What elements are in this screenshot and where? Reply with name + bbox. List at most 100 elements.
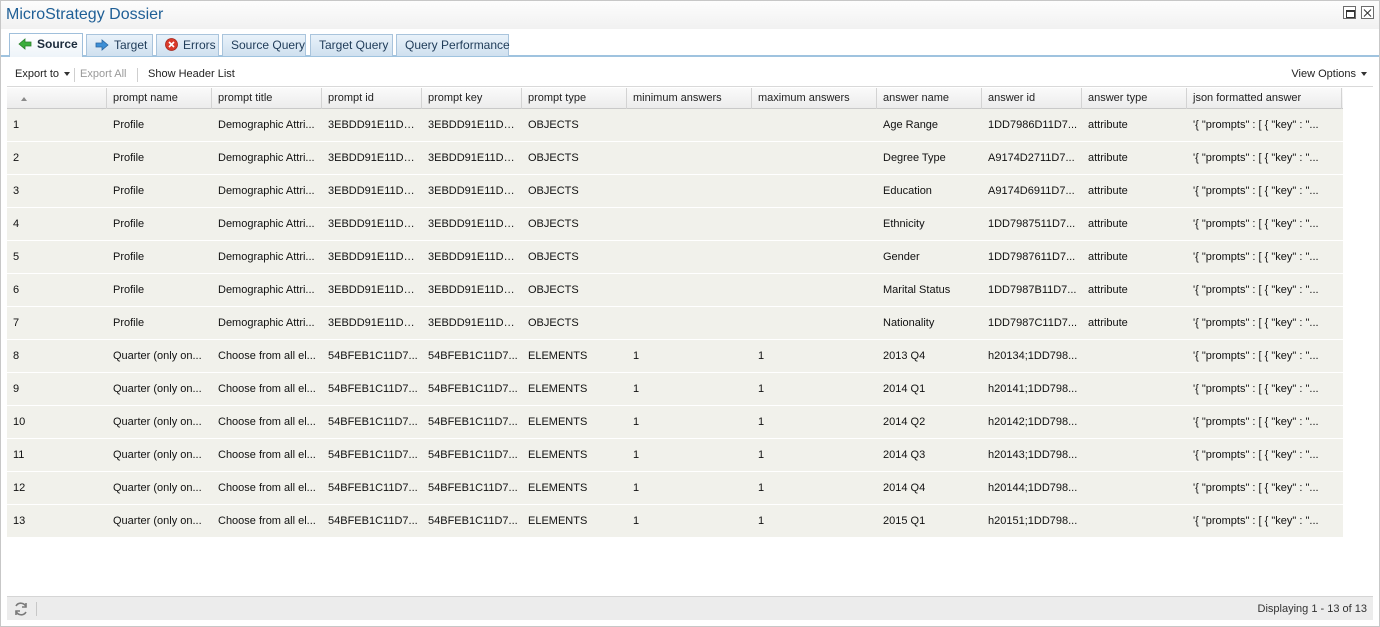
cell-answer-id: A9174D2711D7...	[988, 152, 1075, 164]
cell-answer-type: attribute	[1088, 119, 1128, 131]
cell-prompt-type: ELEMENTS	[528, 449, 588, 461]
cell-prompt-title: Choose from all el...	[218, 383, 316, 395]
cell-prompt-key: 3EBDD91E11D7...	[428, 119, 519, 131]
cell-answer-id: 1DD7987B11D7...	[988, 284, 1077, 296]
tab-query-performance[interactable]: Query Performance	[396, 34, 510, 56]
cell-answer-name: Age Range	[883, 119, 939, 131]
cell-json-formatted-answer: '{ "prompts" : [ { "key" : "...	[1193, 317, 1319, 329]
table-row[interactable]: 8 Quarter (only on... Choose from all el..…	[7, 340, 1343, 373]
cell-answer-name: Degree Type	[883, 152, 946, 164]
export-to-menu[interactable]: Export to	[15, 68, 71, 80]
cell-prompt-id: 54BFEB1C11D7...	[328, 383, 418, 395]
export-all-button[interactable]: Export All	[80, 68, 126, 80]
cell-json-formatted-answer: '{ "prompts" : [ { "key" : "...	[1193, 284, 1319, 296]
cell-maximum-answers: 1	[758, 515, 765, 527]
cell-json-formatted-answer: '{ "prompts" : [ { "key" : "...	[1193, 152, 1319, 164]
tab-target-query[interactable]: Target Query	[310, 34, 393, 56]
cell-answer-name: 2014 Q3	[883, 449, 926, 461]
cell-prompt-type: ELEMENTS	[528, 416, 588, 428]
cell-prompt-name: Quarter (only on...	[113, 449, 202, 461]
column-header-row-number[interactable]	[7, 88, 107, 109]
table-row[interactable]: 7 Profile Demographic Attri... 3EBDD91E11D7…	[7, 307, 1343, 340]
chevron-down-icon	[1361, 72, 1367, 77]
cell-minimum-answers: 1	[633, 482, 640, 494]
column-header-answer-id[interactable]: answer id	[982, 88, 1082, 109]
tab-target[interactable]: Target	[86, 34, 153, 56]
table-row[interactable]: 12 Quarter (only on... Choose from all el.…	[7, 472, 1343, 505]
cell-answer-id: h20142;1DD798...	[988, 416, 1078, 428]
cell-answer-name: Nationality	[883, 317, 935, 329]
cell-prompt-id: 54BFEB1C11D7...	[328, 416, 418, 428]
cell-prompt-type: OBJECTS	[528, 284, 579, 296]
restore-icon[interactable]	[1343, 6, 1356, 19]
cell-prompt-key: 3EBDD91E11D7...	[428, 317, 519, 329]
cell-prompt-title: Demographic Attri...	[218, 152, 315, 164]
close-icon[interactable]	[1361, 6, 1374, 19]
cell-answer-id: h20151;1DD798...	[988, 515, 1078, 527]
cell-maximum-answers: 1	[758, 482, 765, 494]
cell-json-formatted-answer: '{ "prompts" : [ { "key" : "...	[1193, 185, 1319, 197]
cell-prompt-title: Choose from all el...	[218, 416, 316, 428]
refresh-icon[interactable]	[13, 601, 29, 617]
toolbar-divider	[137, 68, 138, 82]
cell-prompt-title: Choose from all el...	[218, 482, 316, 494]
column-header-minimum-answers[interactable]: minimum answers	[627, 88, 752, 109]
cell-minimum-answers	[627, 241, 752, 273]
cell-prompt-id: 3EBDD91E11D7...	[328, 218, 419, 230]
table-row[interactable]: 4 Profile Demographic Attri... 3EBDD91E11D7…	[7, 208, 1343, 241]
tab-errors[interactable]: Errors	[156, 34, 219, 56]
grid-body: 1 Profile Demographic Attri... 3EBDD91E11D7…	[7, 109, 1343, 538]
tab-source[interactable]: Source	[9, 33, 83, 57]
cell-minimum-answers: 1	[633, 416, 640, 428]
table-row[interactable]: 13 Quarter (only on... Choose from all el.…	[7, 505, 1343, 538]
column-header-prompt-title[interactable]: prompt title	[212, 88, 322, 109]
cell-json-formatted-answer: '{ "prompts" : [ { "key" : "...	[1193, 218, 1319, 230]
cell-prompt-key: 54BFEB1C11D7...	[428, 350, 518, 362]
cell-answer-type: attribute	[1088, 251, 1128, 263]
cell-answer-type: attribute	[1088, 218, 1128, 230]
table-row[interactable]: 3 Profile Demographic Attri... 3EBDD91E11D7…	[7, 175, 1343, 208]
cell-prompt-title: Choose from all el...	[218, 515, 316, 527]
cell-row-number: 1	[13, 119, 20, 131]
table-row[interactable]: 10 Quarter (only on... Choose from all el.…	[7, 406, 1343, 439]
table-row[interactable]: 11 Quarter (only on... Choose from all el.…	[7, 439, 1343, 472]
cell-answer-name: Education	[883, 185, 932, 197]
column-header-answer-type[interactable]: answer type	[1082, 88, 1187, 109]
cell-answer-name: Ethnicity	[883, 218, 925, 230]
tab-source-query[interactable]: Source Query	[222, 34, 306, 56]
cell-row-number: 9	[13, 383, 20, 395]
cell-prompt-id: 3EBDD91E11D7...	[328, 251, 419, 263]
cell-maximum-answers	[752, 274, 877, 306]
cell-json-formatted-answer: '{ "prompts" : [ { "key" : "...	[1193, 515, 1319, 527]
table-row[interactable]: 5 Profile Demographic Attri... 3EBDD91E11D7…	[7, 241, 1343, 274]
results-grid: prompt name prompt title prompt id prompt k…	[7, 88, 1343, 538]
cell-json-formatted-answer: '{ "prompts" : [ { "key" : "...	[1193, 383, 1319, 395]
column-header-prompt-name[interactable]: prompt name	[107, 88, 212, 109]
cell-row-number: 12	[13, 482, 26, 494]
cell-prompt-name: Profile	[113, 185, 145, 197]
cell-prompt-type: OBJECTS	[528, 218, 579, 230]
column-header-prompt-key[interactable]: prompt key	[422, 88, 522, 109]
cell-prompt-name: Quarter (only on...	[113, 383, 202, 395]
column-header-prompt-id[interactable]: prompt id	[322, 88, 422, 109]
column-header-answer-name[interactable]: answer name	[877, 88, 982, 109]
cell-minimum-answers	[627, 274, 752, 306]
view-options-menu[interactable]: View Options	[1291, 68, 1367, 80]
window-title: MicroStrategy Dossier	[6, 6, 164, 23]
cell-prompt-title: Demographic Attri...	[218, 251, 315, 263]
column-header-maximum-answers[interactable]: maximum answers	[752, 88, 877, 109]
cell-prompt-key: 3EBDD91E11D7...	[428, 218, 519, 230]
table-row[interactable]: 9 Quarter (only on... Choose from all el..…	[7, 373, 1343, 406]
cell-json-formatted-answer: '{ "prompts" : [ { "key" : "...	[1193, 449, 1319, 461]
column-header-prompt-type[interactable]: prompt type	[522, 88, 627, 109]
cell-minimum-answers	[627, 109, 752, 141]
toolbar: Export to Export All Show Header List Vi…	[7, 63, 1373, 87]
show-header-list-button[interactable]: Show Header List	[148, 68, 235, 80]
table-row[interactable]: 1 Profile Demographic Attri... 3EBDD91E11D7…	[7, 109, 1343, 142]
cell-prompt-key: 3EBDD91E11D7...	[428, 185, 519, 197]
column-header-json-formatted-answer[interactable]: json formatted answer	[1187, 88, 1342, 109]
table-row[interactable]: 2 Profile Demographic Attri... 3EBDD91E11D7…	[7, 142, 1343, 175]
tab-query-performance-label: Query Performance	[405, 38, 510, 52]
tab-source-query-label: Source Query	[231, 38, 306, 52]
table-row[interactable]: 6 Profile Demographic Attri... 3EBDD91E11D7…	[7, 274, 1343, 307]
